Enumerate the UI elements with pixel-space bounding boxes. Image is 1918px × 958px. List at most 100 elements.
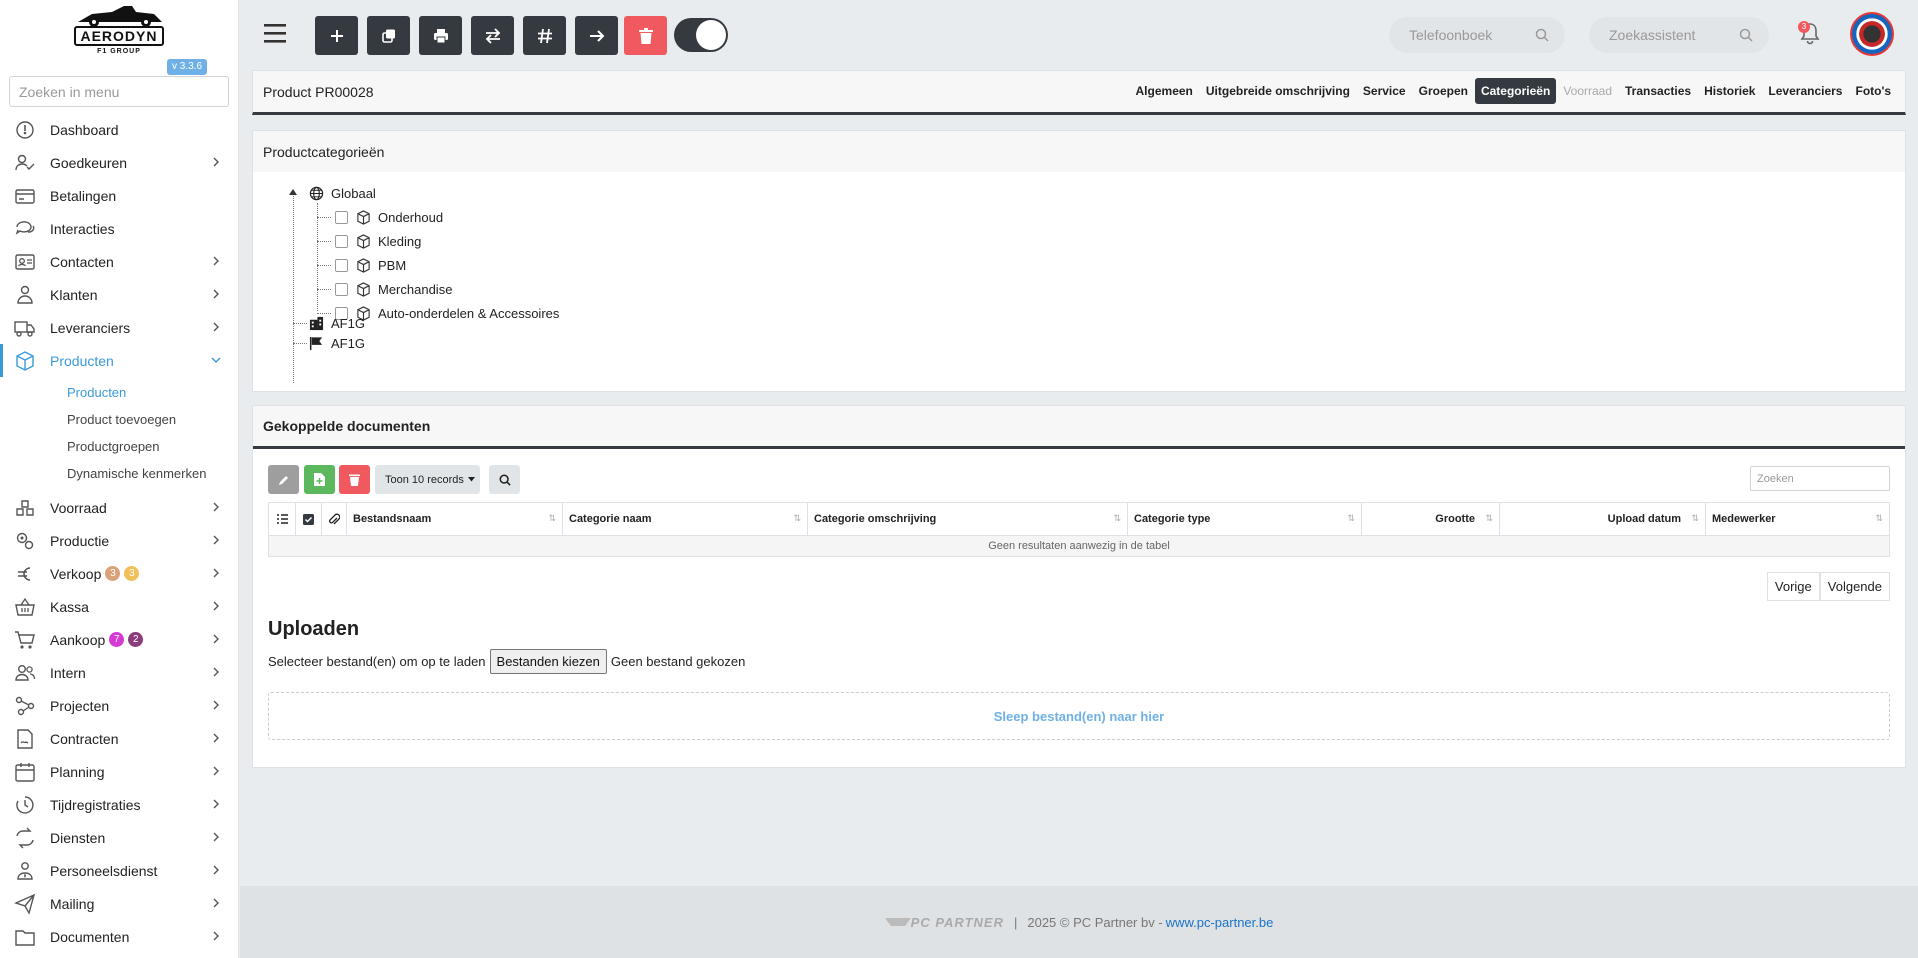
sidebar-item-label: Verkoop <box>50 565 102 582</box>
edit-document-button[interactable] <box>268 465 299 494</box>
sidebar-item-personeelsdienst[interactable]: Personeelsdienst <box>0 854 238 887</box>
print-button[interactable] <box>419 16 462 55</box>
column-header[interactable]: Medewerker ⇅ <box>1705 502 1890 536</box>
submenu-item[interactable]: Producten <box>0 379 238 406</box>
tab-2[interactable]: Service <box>1357 78 1412 104</box>
select-all-column[interactable] <box>295 502 322 536</box>
swap-button[interactable] <box>471 16 514 55</box>
add-document-button[interactable] <box>304 465 335 494</box>
add-button[interactable] <box>315 16 358 55</box>
sidebar-item-mailing[interactable]: Mailing <box>0 887 238 920</box>
sidebar-item-kassa[interactable]: Kassa <box>0 590 238 623</box>
sidebar-item-contracten[interactable]: Contracten <box>0 722 238 755</box>
category-checkbox[interactable] <box>335 282 348 296</box>
previous-page-button[interactable]: Vorige <box>1766 572 1820 601</box>
sidebar-item-aankoop[interactable]: Aankoop 7 2 <box>0 623 238 656</box>
cart-icon <box>15 630 35 649</box>
column-header[interactable]: Categorie naam ⇅ <box>562 502 808 536</box>
staff-icon <box>17 861 33 880</box>
tab-8[interactable]: Leveranciers <box>1762 78 1848 104</box>
tab-4[interactable]: Categorieën <box>1474 78 1557 104</box>
category-label: Auto-onderdelen & Accessoires <box>378 305 560 321</box>
number-button[interactable] <box>523 16 566 55</box>
tree-node-root[interactable]: Globaal <box>309 181 376 205</box>
sidebar-item-verkoop[interactable]: Verkoop 3 3 <box>0 557 238 590</box>
sidebar-item-leveranciers[interactable]: Leveranciers <box>0 311 238 344</box>
sidebar-item-interacties[interactable]: Interacties <box>0 212 238 245</box>
sidebar-item-intern[interactable]: Intern <box>0 656 238 689</box>
tree-root-label: Globaal <box>331 185 376 201</box>
sidebar-item-label: Kassa <box>50 598 89 615</box>
gears-icon <box>16 532 34 549</box>
tree-node-category[interactable]: Auto-onderdelen & Accessoires <box>335 301 559 325</box>
sidebar-item-betalingen[interactable]: Betalingen <box>0 179 238 212</box>
delete-button[interactable] <box>624 16 667 55</box>
submenu-item[interactable]: Dynamische kenmerken <box>0 460 238 487</box>
sidebar-item-planning[interactable]: Planning <box>0 755 238 788</box>
hamburger-menu-icon[interactable] <box>264 22 288 44</box>
sidebar-item-documenten[interactable]: Documenten <box>0 920 238 953</box>
table-search-button[interactable] <box>489 465 520 494</box>
sidebar-item-label: Projecten <box>50 697 110 714</box>
footer: PC PARTNER | 2025 © PC Partner bv - www.… <box>240 886 1918 958</box>
category-checkbox[interactable] <box>335 234 348 248</box>
submenu-item[interactable]: Productgroepen <box>0 433 238 460</box>
category-checkbox[interactable] <box>335 258 348 272</box>
delete-document-button[interactable] <box>339 465 370 494</box>
table-filter-input[interactable] <box>1750 466 1890 491</box>
sidebar-item-klanten[interactable]: Klanten <box>0 278 238 311</box>
cube-icon <box>357 209 370 225</box>
sidebar-item-producten[interactable]: Producten <box>0 344 238 377</box>
repeat-icon <box>16 827 34 848</box>
next-page-button[interactable]: Volgende <box>1819 572 1890 601</box>
upload-row: Selecteer bestand(en) om op te laden Bes… <box>268 649 745 674</box>
records-per-page-dropdown[interactable]: Toon 10 records <box>375 465 480 494</box>
tree-node-flag[interactable]: AF1G <box>309 331 365 355</box>
tab-1[interactable]: Uitgebreide omschrijving <box>1200 78 1356 104</box>
tree-node-category[interactable]: Kleding <box>335 229 421 253</box>
column-header[interactable]: Grootte ⇅ <box>1361 502 1500 536</box>
sidebar-item-dashboard[interactable]: Dashboard <box>0 113 238 146</box>
tab-9[interactable]: Foto's <box>1849 78 1897 104</box>
collapse-icon[interactable] <box>289 188 297 196</box>
forward-button[interactable] <box>575 16 618 55</box>
tree-node-category[interactable]: PBM <box>335 253 406 277</box>
tab-3[interactable]: Groepen <box>1413 78 1474 104</box>
tab-6[interactable]: Transacties <box>1619 78 1697 104</box>
tab-0[interactable]: Algemeen <box>1130 78 1199 104</box>
phonebook-search[interactable]: Telefoonboek <box>1389 17 1565 53</box>
sidebar-item-label: Diensten <box>50 829 106 846</box>
category-checkbox[interactable] <box>335 210 348 224</box>
sidebar-item-voorraad[interactable]: Voorraad <box>0 491 238 524</box>
column-header[interactable]: Bestandsnaam ⇅ <box>346 502 563 536</box>
tree-company-label: AF1G <box>331 315 365 331</box>
sidebar-item-contacten[interactable]: Contacten <box>0 245 238 278</box>
sidebar-item-diensten[interactable]: Diensten <box>0 821 238 854</box>
duplicate-button[interactable] <box>367 16 410 55</box>
dropzone[interactable]: Sleep bestand(en) naar hier <box>268 692 1890 740</box>
tree-node-category[interactable]: Onderhoud <box>335 205 443 229</box>
sidebar-item-productie[interactable]: Productie <box>0 524 238 557</box>
avatar[interactable] <box>1850 12 1894 56</box>
sidebar-item-tijdregistraties[interactable]: Tijdregistraties <box>0 788 238 821</box>
attachment-column[interactable] <box>321 502 347 536</box>
brand-logo[interactable]: AERODYN F1 GROUP <box>72 2 166 56</box>
copy-icon <box>381 29 395 43</box>
tab-7[interactable]: Historiek <box>1698 78 1761 104</box>
column-header[interactable]: Categorie type ⇅ <box>1127 502 1362 536</box>
menu-search-input[interactable] <box>9 76 229 107</box>
column-header[interactable]: Upload datum ⇅ <box>1499 502 1706 536</box>
column-header[interactable]: Categorie omschrijving ⇅ <box>807 502 1128 536</box>
choose-files-button[interactable]: Bestanden kiezen <box>489 649 607 674</box>
list-column[interactable] <box>268 502 296 536</box>
sidebar-item-projecten[interactable]: Projecten <box>0 689 238 722</box>
chevron-right-icon <box>213 700 219 710</box>
sidebar-item-label: Intern <box>50 664 86 681</box>
theme-toggle[interactable] <box>674 18 728 52</box>
assistant-search[interactable]: Zoekassistent <box>1589 17 1769 53</box>
records-per-page-label: Toon 10 records <box>385 473 464 486</box>
submenu-item[interactable]: Product toevoegen <box>0 406 238 433</box>
sidebar-item-goedkeuren[interactable]: Goedkeuren <box>0 146 238 179</box>
footer-link[interactable]: www.pc-partner.be <box>1166 915 1274 930</box>
tree-node-category[interactable]: Merchandise <box>335 277 452 301</box>
